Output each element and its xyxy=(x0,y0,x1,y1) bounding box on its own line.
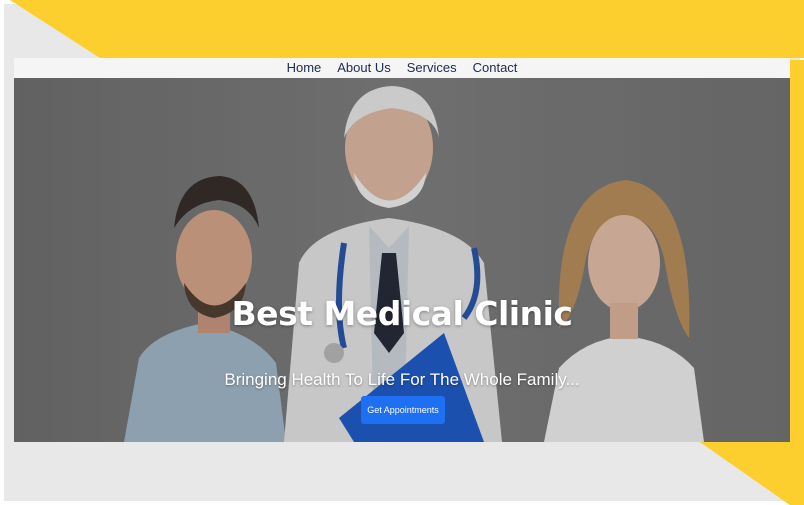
hero-title: Best Medical Clinic xyxy=(231,294,573,333)
website-preview: Home About Us Services Contact Best Medi… xyxy=(14,58,790,442)
hero-subtitle: Bringing Health To Life For The Whole Fa… xyxy=(224,370,580,389)
nav-services-link[interactable]: Services xyxy=(407,58,457,78)
hero-section: Best Medical Clinic Bringing Health To L… xyxy=(14,78,790,442)
nav-home-link[interactable]: Home xyxy=(287,58,322,78)
nav-contact-link[interactable]: Contact xyxy=(473,58,518,78)
nav-about-link[interactable]: About Us xyxy=(337,58,390,78)
get-appointments-button[interactable]: Get Appointments xyxy=(361,396,445,424)
navbar: Home About Us Services Contact xyxy=(14,58,790,78)
